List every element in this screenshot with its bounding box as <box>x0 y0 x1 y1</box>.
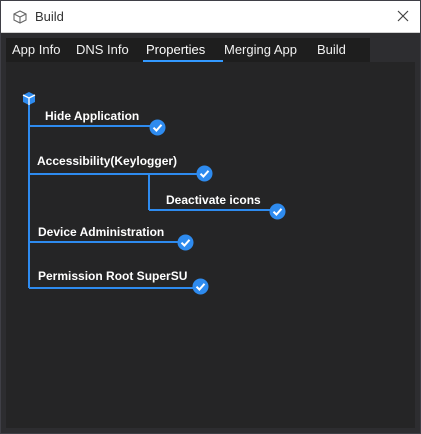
tree-node-deactivate-icons[interactable]: Deactivate icons <box>166 193 261 207</box>
properties-panel: Hide Application Accessibility(Keylogger… <box>6 62 415 428</box>
build-window: Build App Info DNS Info Properties Mergi… <box>0 0 421 434</box>
title-bar[interactable]: Build <box>1 1 420 33</box>
tab-bar: App Info DNS Info Properties Merging App… <box>6 38 370 62</box>
tree-node-accessibility-keylogger[interactable]: Accessibility(Keylogger) <box>37 154 177 168</box>
window-title: Build <box>35 9 64 24</box>
check-icon[interactable] <box>192 278 209 295</box>
check-icon[interactable] <box>269 203 286 220</box>
tab-merging-app[interactable]: Merging App <box>224 38 297 62</box>
package-icon <box>13 10 27 24</box>
tab-build[interactable]: Build <box>317 38 346 62</box>
tree-node-device-administration[interactable]: Device Administration <box>38 225 164 239</box>
tree-node-hide-application[interactable]: Hide Application <box>45 109 139 123</box>
tab-app-info[interactable]: App Info <box>12 38 60 62</box>
tab-properties[interactable]: Properties <box>143 38 223 62</box>
check-icon[interactable] <box>177 234 194 251</box>
check-icon[interactable] <box>149 119 166 136</box>
check-icon[interactable] <box>196 165 213 182</box>
tree-node-permission-root-supersu[interactable]: Permission Root SuperSU <box>38 269 187 283</box>
tab-dns-info[interactable]: DNS Info <box>76 38 129 62</box>
cube-icon <box>22 92 36 105</box>
close-icon[interactable] <box>392 5 414 27</box>
